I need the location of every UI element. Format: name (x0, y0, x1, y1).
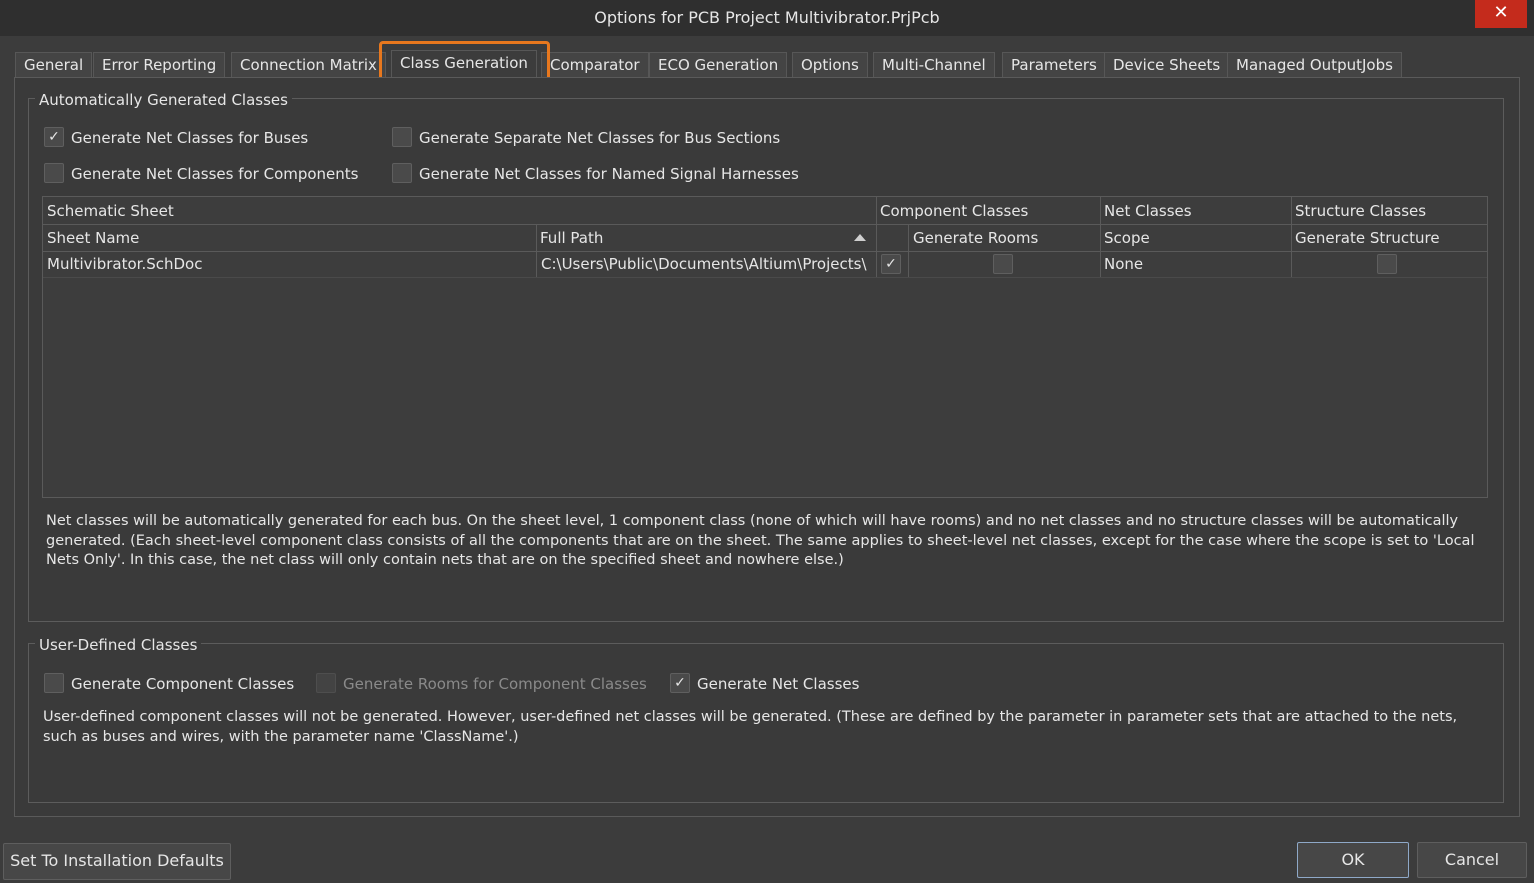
column-scope[interactable]: Scope (1104, 225, 1150, 251)
cancel-button[interactable]: Cancel (1417, 842, 1527, 878)
user-net-classes-label: Generate Net Classes (697, 675, 860, 693)
harness-net-classes-label: Generate Net Classes for Named Signal Ha… (419, 165, 799, 183)
header-net-classes: Net Classes (1104, 202, 1192, 220)
header-schematic-sheet: Schematic Sheet (47, 202, 174, 220)
ok-button[interactable]: OK (1297, 842, 1409, 878)
tab-multi-channel[interactable]: Multi-Channel (873, 52, 995, 78)
column-sheet-name[interactable]: Sheet Name (47, 225, 139, 251)
user-net-classes-checkbox[interactable]: ✓ (670, 673, 690, 693)
check-icon: ✓ (674, 675, 686, 691)
tab-managed-outputjobs[interactable]: Managed OutputJobs (1227, 52, 1402, 78)
tab-device-sheets[interactable]: Device Sheets (1104, 52, 1230, 78)
tab-error-reporting[interactable]: Error Reporting (93, 52, 226, 78)
user-classes-description: User-defined component classes will not … (43, 709, 1458, 745)
tab-parameters[interactable]: Parameters (1002, 52, 1106, 78)
header-component-classes: Component Classes (880, 202, 1029, 220)
user-classes-legend: User-Defined Classes (35, 636, 202, 654)
check-icon: ✓ (885, 256, 897, 272)
harness-net-classes-checkbox[interactable] (392, 163, 412, 183)
user-component-classes-label: Generate Component Classes (71, 675, 295, 693)
bus-section-classes-checkbox[interactable] (392, 127, 412, 147)
user-component-classes-checkbox[interactable] (44, 673, 64, 693)
window-title: Options for PCB Project Multivibrator.Pr… (594, 8, 940, 27)
cell-full-path: C:\Users\Public\Documents\Altium\Project… (541, 255, 867, 273)
grid-header-divider (43, 224, 1487, 225)
bus-net-classes-label: Generate Net Classes for Buses (71, 129, 309, 147)
check-icon: ✓ (48, 129, 60, 145)
bus-net-classes-checkbox[interactable]: ✓ (44, 127, 64, 147)
close-icon: ✕ (1493, 2, 1509, 23)
tab-options[interactable]: Options (792, 52, 868, 78)
sort-ascending-icon (854, 234, 866, 241)
cell-scope[interactable]: None (1104, 251, 1284, 277)
tab-comparator[interactable]: Comparator (541, 52, 649, 78)
header-structure-classes: Structure Classes (1295, 202, 1427, 220)
user-rooms-label: Generate Rooms for Component Classes (343, 675, 647, 693)
generate-rooms-checkbox[interactable] (993, 254, 1013, 274)
grid-row-divider (43, 277, 1487, 278)
sheet-class-grid (42, 196, 1488, 498)
column-full-path[interactable]: Full Path (540, 225, 603, 251)
generate-structure-checkbox[interactable] (1377, 254, 1397, 274)
tab-eco-generation[interactable]: ECO Generation (649, 52, 788, 78)
component-net-classes-checkbox[interactable] (44, 163, 64, 183)
close-button[interactable]: ✕ (1475, 0, 1527, 28)
column-generate-rooms[interactable]: Generate Rooms (913, 225, 1038, 251)
auto-classes-legend: Automatically Generated Classes (35, 91, 292, 109)
tab-general[interactable]: General (15, 52, 93, 78)
component-net-classes-label: Generate Net Classes for Components (71, 165, 359, 183)
column-generate-structure[interactable]: Generate Structure (1295, 225, 1440, 251)
tab-connection-matrix[interactable]: Connection Matrix (231, 52, 386, 78)
auto-classes-description: Net classes will be automatically genera… (46, 513, 1475, 568)
user-rooms-checkbox[interactable] (316, 673, 336, 693)
bus-section-classes-label: Generate Separate Net Classes for Bus Se… (419, 129, 781, 147)
cell-sheet-name: Multivibrator.SchDoc (47, 255, 203, 273)
component-class-checkbox[interactable]: ✓ (881, 254, 901, 274)
set-defaults-button[interactable]: Set To Installation Defaults (3, 843, 231, 880)
